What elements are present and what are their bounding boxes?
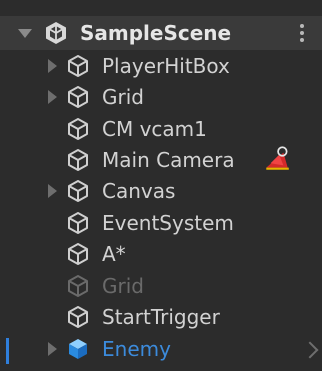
prefab-cube-icon xyxy=(66,337,90,361)
hierarchy-item[interactable]: CM vcam1 xyxy=(0,113,322,145)
hierarchy-item[interactable]: Enemy xyxy=(0,333,322,365)
hierarchy-item-label: Canvas xyxy=(102,179,176,203)
cube-outline-icon xyxy=(66,148,90,172)
hierarchy-item-label: Main Camera xyxy=(102,148,235,172)
selection-indicator xyxy=(6,338,9,364)
expand-arrow-icon[interactable] xyxy=(48,59,57,73)
hierarchy-item-label: EventSystem xyxy=(102,211,234,235)
hierarchy-item-label: Grid xyxy=(102,274,144,298)
cube-outline-icon xyxy=(66,54,90,78)
hierarchy-item-label: A* xyxy=(102,242,126,266)
hierarchy-item-label: PlayerHitBox xyxy=(102,54,230,78)
cube-outline-icon xyxy=(66,85,90,109)
hierarchy-item-label: Grid xyxy=(102,85,144,109)
cube-outline-icon xyxy=(66,211,90,235)
expand-arrow-icon[interactable] xyxy=(48,184,57,198)
cube-outline-icon xyxy=(66,179,90,203)
hierarchy-item[interactable]: PlayerHitBox xyxy=(0,50,322,82)
hierarchy-item[interactable]: Main Camera xyxy=(0,144,322,176)
expand-arrow-icon[interactable] xyxy=(18,29,32,38)
unity-scene-icon xyxy=(46,22,66,44)
expand-arrow-icon[interactable] xyxy=(48,342,57,356)
hierarchy-item-label: CM vcam1 xyxy=(102,117,207,141)
hierarchy-item[interactable]: Canvas xyxy=(0,175,322,207)
cube-outline-icon xyxy=(66,305,90,329)
cube-outline-icon xyxy=(66,117,90,141)
hierarchy-item-label: StartTrigger xyxy=(102,305,220,329)
cube-outline-icon xyxy=(66,274,90,298)
scene-header[interactable]: SampleScene xyxy=(0,16,322,50)
expand-arrow-icon[interactable] xyxy=(48,90,57,104)
hierarchy-item[interactable]: Grid xyxy=(0,81,322,113)
hierarchy-item[interactable]: StartTrigger xyxy=(0,301,322,333)
hierarchy-item[interactable]: EventSystem xyxy=(0,207,322,239)
hierarchy-item[interactable]: A* xyxy=(0,238,322,270)
hierarchy-item[interactable]: Grid xyxy=(0,270,322,302)
hierarchy-item-label: Enemy xyxy=(102,337,171,361)
scene-name: SampleScene xyxy=(80,21,232,45)
more-vertical-icon[interactable] xyxy=(300,24,304,42)
cube-outline-icon xyxy=(66,242,90,266)
